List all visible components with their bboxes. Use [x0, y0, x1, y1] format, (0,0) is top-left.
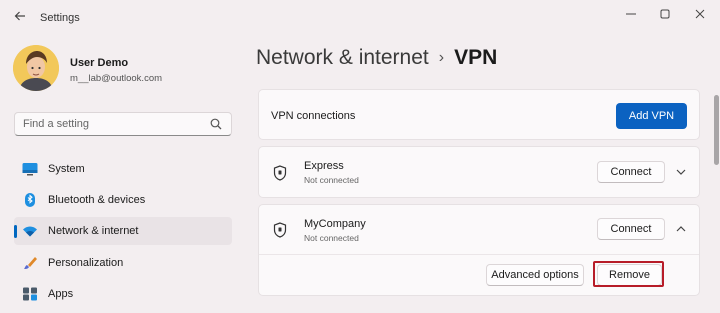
- add-vpn-button[interactable]: Add VPN: [616, 103, 687, 129]
- window-title: Settings: [40, 12, 80, 24]
- nav-item-network[interactable]: Network & internet: [14, 217, 232, 245]
- chevron-down-icon[interactable]: [673, 164, 689, 180]
- breadcrumb-separator: ›: [438, 49, 445, 66]
- shield-icon: [273, 165, 287, 181]
- search-input[interactable]: [23, 117, 203, 131]
- connection-status: Not connected: [304, 175, 359, 185]
- connect-button[interactable]: Connect: [597, 161, 665, 183]
- back-arrow-glyph: [14, 11, 25, 21]
- nav-label-apps: Apps: [48, 288, 74, 300]
- wifi-icon: [22, 224, 38, 238]
- search-icon[interactable]: [209, 117, 223, 131]
- avatar: [13, 45, 59, 91]
- active-indicator: [14, 225, 17, 238]
- nav-item-system[interactable]: System: [14, 155, 232, 183]
- maximize-icon[interactable]: [654, 6, 676, 24]
- chevron-up-icon[interactable]: [673, 221, 689, 237]
- nav-label-system: System: [48, 163, 85, 175]
- page-title: VPN: [454, 46, 498, 69]
- connect-button[interactable]: Connect: [597, 218, 665, 240]
- back-arrow-icon[interactable]: [10, 8, 30, 26]
- vpn-connections-card: VPN connections Add VPN: [258, 89, 700, 140]
- apps-icon: [22, 287, 38, 301]
- nav-label-personalization: Personalization: [48, 257, 124, 269]
- brush-icon: [22, 256, 38, 270]
- nav-item-apps[interactable]: Apps: [14, 280, 232, 308]
- connection-name: MyCompany: [304, 218, 366, 230]
- advanced-options-button[interactable]: Advanced options: [486, 264, 584, 286]
- shield-icon: [273, 222, 287, 238]
- nav-label-network: Network & internet: [48, 225, 139, 237]
- vpn-connections-label: VPN connections: [271, 110, 356, 122]
- search-box[interactable]: [14, 112, 232, 136]
- vpn-connection-express[interactable]: Express Not connected Connect: [258, 146, 700, 198]
- remove-highlight-box: [593, 261, 664, 287]
- bluetooth-icon: [22, 193, 38, 207]
- breadcrumb: Network & internet › VPN: [256, 46, 497, 70]
- divider: [259, 254, 699, 255]
- connection-status: Not connected: [304, 233, 359, 243]
- user-name: User Demo: [70, 57, 129, 69]
- nav-item-personalization[interactable]: Personalization: [14, 249, 232, 277]
- nav-label-bluetooth: Bluetooth & devices: [48, 194, 146, 206]
- title-bar: Settings: [0, 0, 720, 34]
- minimize-icon[interactable]: [620, 6, 642, 24]
- user-email: m__lab@outlook.com: [70, 73, 163, 84]
- nav-item-bluetooth[interactable]: Bluetooth & devices: [14, 186, 232, 214]
- breadcrumb-parent[interactable]: Network & internet: [256, 46, 429, 69]
- connection-name: Express: [304, 160, 344, 172]
- monitor-icon: [22, 162, 38, 176]
- scrollbar[interactable]: [714, 95, 719, 165]
- close-icon[interactable]: [689, 6, 711, 24]
